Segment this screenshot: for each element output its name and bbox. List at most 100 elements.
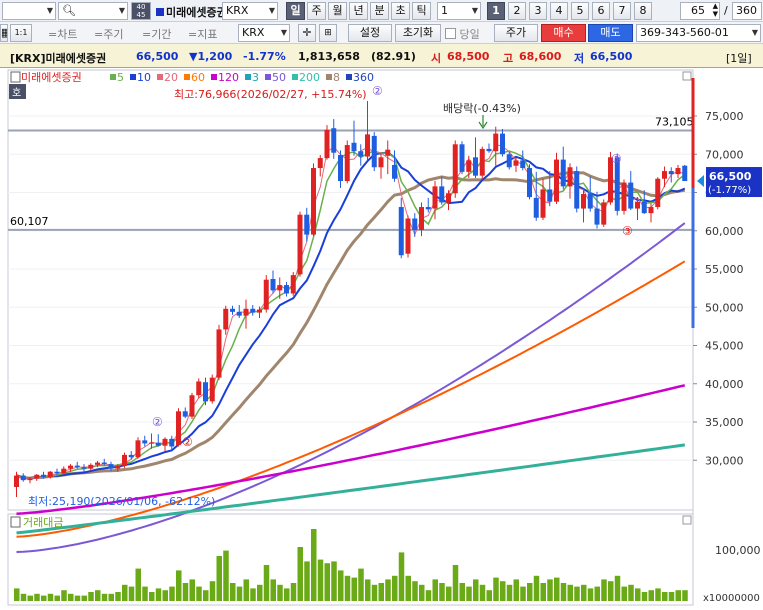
tab-duration[interactable]: =기간	[142, 26, 171, 42]
interval-select[interactable]: 1	[437, 2, 481, 20]
volume-bar	[311, 529, 317, 601]
crosshair-icon[interactable]: ✛	[298, 24, 316, 42]
legend-ma-20: 20	[164, 71, 178, 84]
volume-bar	[614, 575, 621, 601]
interval-button-5[interactable]: 5	[571, 2, 589, 20]
stock-name-label: 미래에셋증권	[166, 6, 227, 19]
volume-bar	[189, 579, 195, 601]
settings-button[interactable]: 설정	[348, 24, 392, 42]
period-minute-button[interactable]: 분	[370, 2, 389, 20]
candle-body	[189, 395, 195, 417]
volume-bar	[128, 586, 135, 601]
period-week-button[interactable]: 주	[307, 2, 326, 20]
volume-unit-label: x10000000	[703, 593, 760, 604]
volume-bar	[297, 547, 303, 601]
volume-bar	[479, 584, 486, 601]
volume-bar	[473, 579, 479, 601]
stock-code-input[interactable]	[2, 2, 56, 20]
legend-swatch-20	[157, 74, 163, 80]
period-tick-button[interactable]: 틱	[412, 2, 431, 20]
today-checkbox[interactable]: 당일	[445, 26, 480, 42]
count-slash: /	[724, 4, 728, 17]
period-year-button[interactable]: 년	[349, 2, 368, 20]
account-select[interactable]: 369-343-560-01	[636, 24, 761, 42]
volume-bar	[648, 590, 654, 601]
market-select[interactable]: KRX	[222, 2, 278, 20]
candle-body	[257, 309, 262, 313]
volume-bar	[338, 570, 344, 601]
period-day-button[interactable]: 일	[286, 2, 305, 20]
view-count-stepper[interactable]: 65 ▲ ▼	[680, 2, 720, 20]
legend-swatch-120	[211, 74, 217, 80]
interval-button-7[interactable]: 7	[613, 2, 631, 20]
chart-type-select[interactable]: KRX	[238, 24, 290, 42]
volume-bar	[567, 584, 573, 601]
volume-bar	[668, 592, 675, 601]
volume-bar	[216, 556, 222, 601]
zoom-icon[interactable]: ⊞	[319, 24, 337, 42]
candle-body	[432, 186, 438, 209]
volume-bar	[358, 568, 364, 601]
candle-body	[500, 133, 505, 155]
candle-body	[196, 381, 202, 396]
candle-body	[236, 311, 242, 316]
tab-indicator[interactable]: =지표	[188, 26, 217, 42]
stepper-arrows-icon[interactable]: ▲ ▼	[713, 3, 718, 18]
interval-button-3[interactable]: 3	[529, 2, 547, 20]
legend-toggle-icon[interactable]	[10, 71, 21, 83]
stock-name-display[interactable]: 미래에셋증권	[156, 4, 227, 20]
period-badge[interactable]: 40 45	[131, 2, 151, 20]
sell-button[interactable]: 매도	[588, 24, 633, 42]
legend-stock-name: 미래에셋증권	[21, 71, 82, 84]
volume-bar	[95, 590, 101, 601]
panel-maximize-icon[interactable]	[682, 71, 692, 81]
tab-chart[interactable]: =차트	[48, 26, 77, 42]
stock-search-box[interactable]: 🔍︎	[58, 2, 128, 20]
interval-button-8[interactable]: 8	[634, 2, 652, 20]
legend-swatch-360	[346, 74, 352, 80]
chart-area[interactable]: 30,000 35,000 40,000 45,000 50,000 55,000 60,0…	[0, 68, 763, 607]
tab-period[interactable]: =주기	[94, 26, 123, 42]
interval-button-4[interactable]: 4	[550, 2, 568, 20]
info-open: 68,500	[447, 50, 490, 63]
volume-bar	[554, 577, 560, 601]
buy-button[interactable]: 매수	[541, 24, 586, 42]
volume-bar	[432, 579, 438, 601]
legend-swatch-50	[265, 74, 271, 80]
candle-body	[439, 186, 445, 203]
interval-button-6[interactable]: 6	[592, 2, 610, 20]
volume-bar	[277, 584, 283, 601]
volume-bar	[41, 595, 47, 601]
price-info-bar: [KRX]미래에셋증권 66,500 ▼1,200 -1.77% 1,813,6…	[0, 44, 763, 68]
price-button[interactable]: 주가	[494, 24, 538, 42]
layout-grid-icon[interactable]: ▦	[0, 24, 8, 42]
total-count-field[interactable]: 360	[732, 2, 762, 20]
stock-chart[interactable]: 30,000 35,000 40,000 45,000 50,000 55,000 60,0…	[0, 68, 763, 607]
row-layout-button[interactable]: 1:1	[10, 24, 32, 42]
info-period-tag: [1일]	[726, 52, 752, 65]
candle-body	[567, 167, 573, 187]
side-tag[interactable]: 호	[9, 84, 26, 99]
candle-body	[317, 158, 323, 169]
info-low: 66,500	[590, 50, 633, 63]
candle-body	[662, 171, 667, 179]
candle-body	[284, 285, 289, 294]
interval-button-2[interactable]: 2	[508, 2, 526, 20]
volume-panel-maximize-icon[interactable]	[682, 515, 692, 525]
period-badge-top: 40	[136, 3, 146, 11]
period-second-button[interactable]: 초	[391, 2, 410, 20]
volume-legend-toggle-icon[interactable]	[10, 516, 21, 528]
interval-button-1[interactable]: 1	[487, 2, 505, 20]
candle-body	[122, 454, 127, 466]
reset-button[interactable]: 초기화	[395, 24, 441, 42]
info-change: ▼1,200	[189, 50, 233, 63]
checkbox-icon[interactable]	[445, 28, 456, 39]
volume-bar	[142, 586, 148, 601]
period-month-button[interactable]: 월	[328, 2, 347, 20]
candle-body	[371, 135, 377, 168]
candle-body	[378, 157, 384, 168]
volume-bar	[20, 593, 27, 601]
volume-bar	[405, 575, 411, 601]
volume-bar	[371, 584, 378, 601]
candle-body	[54, 471, 60, 474]
